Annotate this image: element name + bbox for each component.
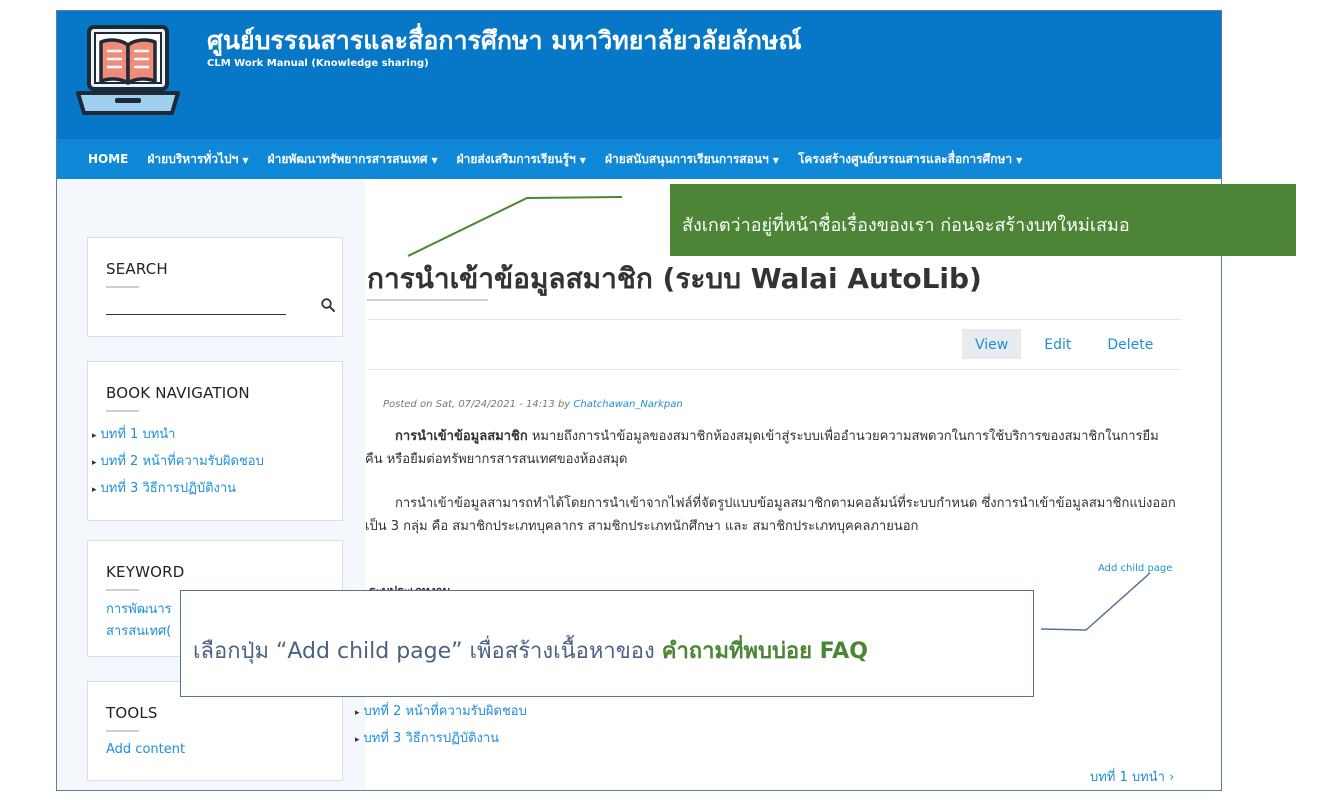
block-title: SEARCH [106, 260, 168, 288]
menu-item-label: HOME [88, 152, 129, 166]
main-menu: HOME ฝ่ายบริหารทั่วไปฯ ▼ ฝ่ายพัฒนาทรัพยาก… [57, 139, 1221, 179]
menu-item-label: ฝ่ายส่งเสริมการเรียนรู้ฯ [456, 151, 576, 166]
book-link-chapter-2[interactable]: บทที่ 2 หน้าที่ความรับผิดชอบ [92, 449, 264, 476]
menu-item-general-admin[interactable]: ฝ่ายบริหารทั่วไปฯ ▼ [147, 150, 248, 169]
tab-view[interactable]: View [962, 329, 1022, 359]
callout-text: เลือกปุ่ม “Add child page” เพื่อสร้างเนื… [193, 639, 662, 664]
menu-item-resources-dev[interactable]: ฝ่ายพัฒนาทรัพยากรสารสนเทศ ▼ [268, 150, 438, 169]
divider [367, 369, 1182, 370]
block-title: TOOLS [106, 704, 158, 732]
book-navigation-block: BOOK NAVIGATION บทที่ 1 บทนำ บทที่ 2 หน้… [87, 361, 343, 521]
book-children-list: บทที่ 2 หน้าที่ความรับผิดชอบ บทที่ 3 วิธ… [355, 699, 527, 753]
site-name[interactable]: ศูนย์บรรณสารและสื่อการศึกษา มหาวิทยาลัยว… [207, 21, 802, 61]
menu-item-label: ฝ่ายสนับสนุนการเรียนการสอนฯ [604, 151, 769, 166]
search-block: SEARCH [87, 237, 343, 337]
author-link[interactable]: Chatchawan_Narkpan [573, 399, 682, 410]
main-content: การนำเข้าข้อมูลสมาชิก (ระบบ Walai AutoLi… [364, 179, 1221, 790]
menu-item-label: ฝ่ายพัฒนาทรัพยากรสารสนเทศ [267, 151, 428, 166]
tab-delete[interactable]: Delete [1094, 329, 1166, 359]
divider [367, 319, 1182, 320]
book-next-link[interactable]: บทที่ 1 บทนำ › [1090, 766, 1174, 787]
open-book-laptop-icon[interactable] [75, 19, 181, 125]
chevron-down-icon: ▼ [772, 155, 779, 165]
book-link-chapter-2[interactable]: บทที่ 2 หน้าที่ความรับผิดชอบ [355, 699, 527, 726]
title-underline [367, 299, 488, 301]
search-icon[interactable] [320, 297, 336, 313]
annotation-callout-add-child: เลือกปุ่ม “Add child page” เพื่อสร้างเนื… [180, 590, 1034, 697]
chevron-down-icon: ▼ [1016, 155, 1023, 165]
search-input[interactable] [106, 295, 286, 315]
body-bold-term: การนำเข้าข้อมูลสมาชิก [395, 429, 528, 444]
tab-edit[interactable]: Edit [1031, 329, 1084, 359]
keyword-line: การพัฒนาร [106, 602, 172, 617]
body-paragraph: การนำเข้าข้อมูลสมาชิก หมายถึงการนำข้อมูล… [365, 425, 1180, 471]
submitted-info: Posted on Sat, 07/24/2021 - 14:13 by Cha… [383, 399, 683, 410]
chevron-down-icon: ▼ [242, 155, 249, 165]
site-header: ศูนย์บรรณสารและสื่อการศึกษา มหาวิทยาลัยว… [57, 11, 1221, 139]
menu-item-label: โครงสร้างศูนย์บรรณสารและสื่อการศึกษา [797, 151, 1013, 166]
book-navigation-list: บทที่ 1 บทนำ บทที่ 2 หน้าที่ความรับผิดชอ… [92, 422, 264, 503]
site-slogan: CLM Work Manual (Knowledge sharing) [207, 58, 429, 69]
menu-item-learning-promo[interactable]: ฝ่ายส่งเสริมการเรียนรู้ฯ ▼ [457, 150, 586, 169]
add-content-link[interactable]: Add content [106, 742, 185, 757]
annotation-callout-title: สังเกตว่าอยู่ที่หน้าชื่อเรื่องของเรา ก่อ… [670, 184, 1296, 256]
book-link-chapter-3[interactable]: บทที่ 3 วิธีการปฏิบัติงาน [92, 476, 264, 503]
menu-item-label: ฝ่ายบริหารทั่วไปฯ [147, 151, 239, 166]
add-child-page-link[interactable]: Add child page [1098, 563, 1172, 574]
menu-item-teaching-support[interactable]: ฝ่ายสนับสนุนการเรียนการสอนฯ ▼ [605, 150, 779, 169]
book-link-chapter-1[interactable]: บทที่ 1 บทนำ [92, 422, 264, 449]
chevron-down-icon: ▼ [431, 155, 438, 165]
menu-item-home[interactable]: HOME [88, 152, 128, 166]
submitted-date: Posted on Sat, 07/24/2021 - 14:13 by [383, 399, 574, 410]
callout-highlight: คำถามที่พบบ่อย FAQ [661, 639, 868, 664]
book-link-chapter-3[interactable]: บทที่ 3 วิธีการปฏิบัติงาน [355, 726, 527, 753]
keyword-line: สารสนเทศ( [106, 624, 172, 639]
menu-item-structure[interactable]: โครงสร้างศูนย์บรรณสารและสื่อการศึกษา ▼ [798, 150, 1022, 169]
chevron-down-icon: ▼ [579, 155, 586, 165]
page-title: การนำเข้าข้อมูลสมาชิก (ระบบ Walai AutoLi… [367, 262, 982, 295]
keyword-link[interactable]: การพัฒนาร สารสนเทศ( [106, 599, 172, 643]
local-tasks: View Edit Delete [962, 329, 1176, 359]
block-title: BOOK NAVIGATION [106, 384, 250, 412]
block-title: KEYWORD [106, 563, 185, 591]
body-paragraph: การนำเข้าข้อมูลสามารถทำได้โดยการนำเข้าจา… [365, 496, 1176, 534]
